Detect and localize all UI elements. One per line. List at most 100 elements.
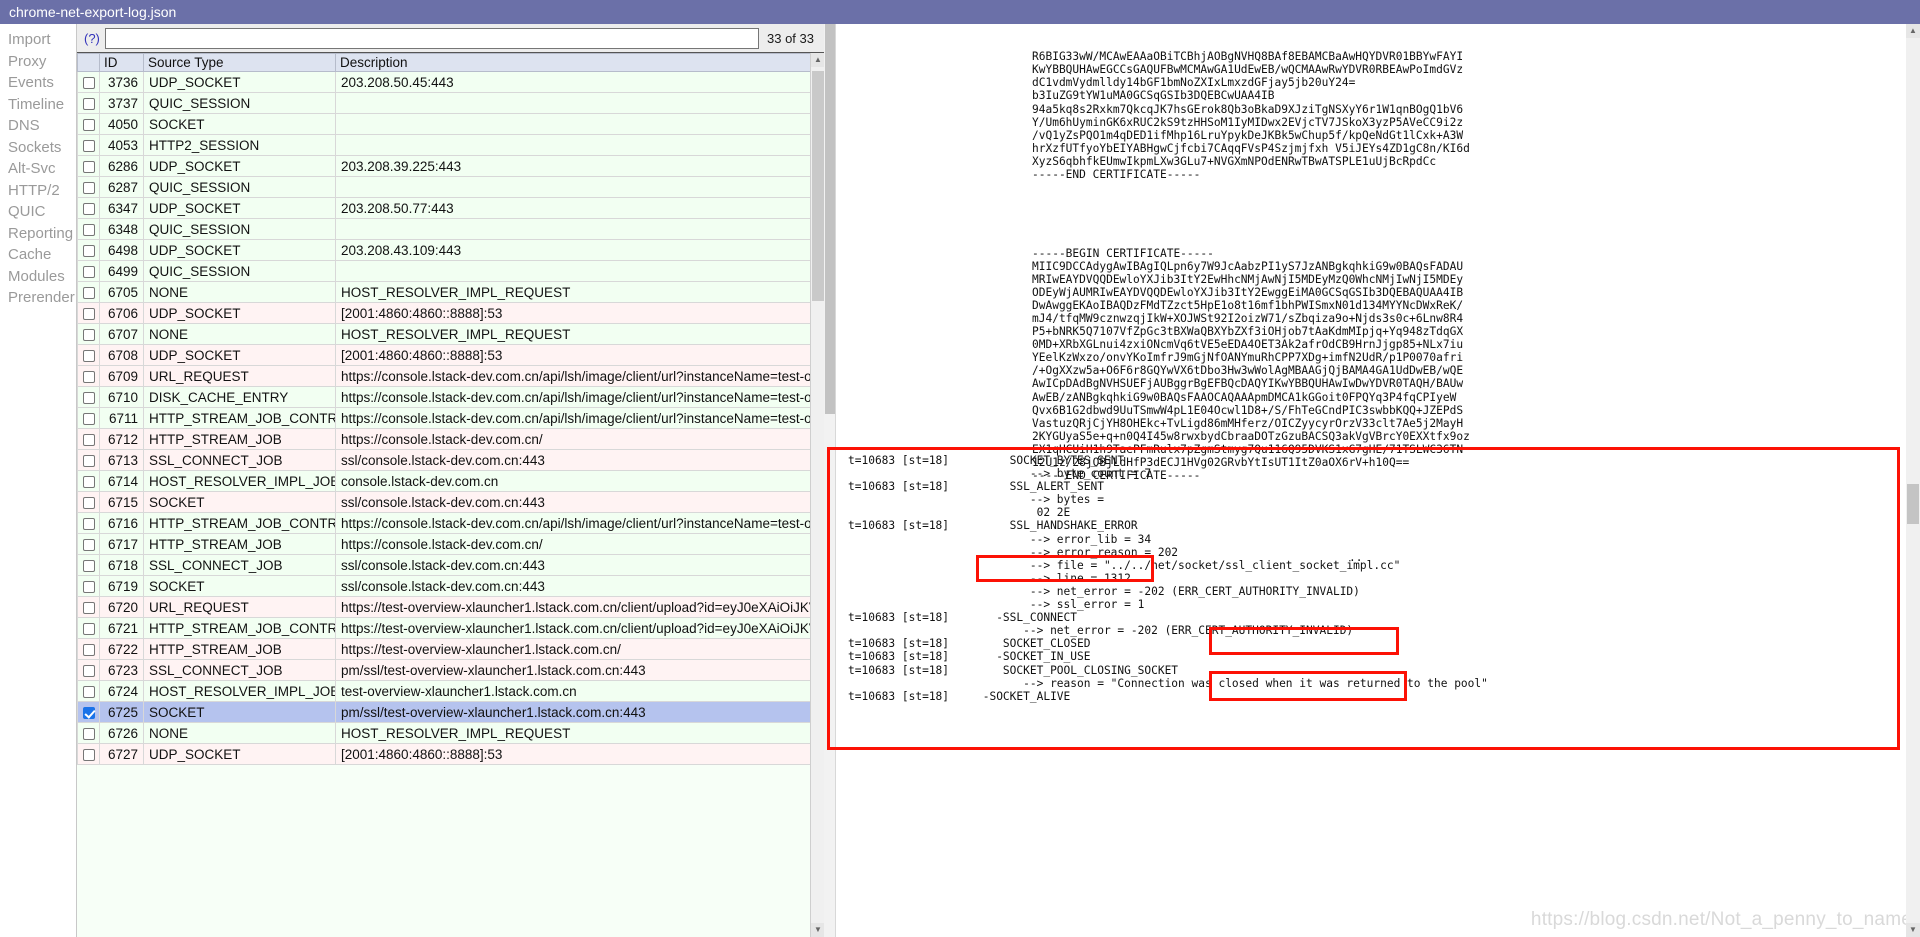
row-checkbox[interactable] <box>83 391 95 404</box>
row-checkbox[interactable] <box>83 286 95 299</box>
help-icon[interactable]: (?) <box>81 31 105 46</box>
events-scrollbar[interactable]: ▲ ▼ <box>810 53 824 937</box>
sidebar-item-events[interactable]: Events <box>0 72 76 94</box>
table-row[interactable]: 6710 DISK_CACHE_ENTRY https://console.lsta… <box>77 386 824 408</box>
row-checkbox[interactable] <box>83 559 95 572</box>
row-checkbox-cell[interactable] <box>77 407 100 429</box>
table-row[interactable]: 6726 NONE HOST_RESOLVER_IMPL_REQUEST <box>77 722 824 744</box>
table-row[interactable]: 6498 UDP_SOCKET 203.208.43.109:443 <box>77 239 824 261</box>
row-checkbox[interactable] <box>83 748 95 761</box>
row-checkbox[interactable] <box>83 433 95 446</box>
row-checkbox-cell[interactable] <box>77 743 100 765</box>
row-checkbox-cell[interactable] <box>77 365 100 387</box>
table-row[interactable]: 6714 HOST_RESOLVER_IMPL_JOB console.lstack… <box>77 470 824 492</box>
row-checkbox[interactable] <box>83 223 95 236</box>
row-checkbox[interactable] <box>83 475 95 488</box>
row-checkbox[interactable] <box>83 706 95 719</box>
table-row[interactable]: 6711HTTP_STREAM_JOB_CONTROLLERhttps://co… <box>77 407 824 429</box>
row-checkbox[interactable] <box>83 307 95 320</box>
table-row[interactable]: 6719 SOCKET ssl/console.lstack-dev.com.cn:… <box>77 575 824 597</box>
row-checkbox-cell[interactable] <box>77 113 100 135</box>
row-checkbox-cell[interactable] <box>77 197 100 219</box>
row-checkbox-cell[interactable] <box>77 596 100 618</box>
table-row[interactable]: 6348 QUIC_SESSION <box>77 218 824 240</box>
table-row[interactable]: 6718 SSL_CONNECT_JOB ssl/console.lstack-de… <box>77 554 824 576</box>
row-checkbox-cell[interactable] <box>77 344 100 366</box>
row-checkbox-cell[interactable] <box>77 491 100 513</box>
row-checkbox[interactable] <box>83 328 95 341</box>
events-table-scroll[interactable]: ID Source Type Description 3736 UDP_SOCKE… <box>77 53 824 937</box>
detail-left-scrollbar[interactable] <box>824 24 836 937</box>
row-checkbox[interactable] <box>83 643 95 656</box>
row-checkbox-cell[interactable] <box>77 554 100 576</box>
sidebar-item-quic[interactable]: QUIC <box>0 201 76 223</box>
row-checkbox-cell[interactable] <box>77 92 100 114</box>
row-checkbox-cell[interactable] <box>77 155 100 177</box>
row-checkbox[interactable] <box>83 496 95 509</box>
row-checkbox[interactable] <box>83 664 95 677</box>
table-row[interactable]: 6721HTTP_STREAM_JOB_CONTROLLERhttps://te… <box>77 617 824 639</box>
row-checkbox[interactable] <box>83 97 95 110</box>
window-scroll-up-icon[interactable]: ▲ <box>1906 24 1920 38</box>
sidebar-item-sockets[interactable]: Sockets <box>0 137 76 159</box>
row-checkbox[interactable] <box>83 517 95 530</box>
sidebar-item-proxy[interactable]: Proxy <box>0 51 76 73</box>
row-checkbox-cell[interactable] <box>77 260 100 282</box>
row-checkbox[interactable] <box>83 685 95 698</box>
table-row[interactable]: 6705 NONE HOST_RESOLVER_IMPL_REQUEST <box>77 281 824 303</box>
sidebar-item-modules[interactable]: Modules <box>0 266 76 288</box>
row-checkbox[interactable] <box>83 727 95 740</box>
header-id[interactable]: ID <box>99 53 144 72</box>
table-row[interactable]: 6709 URL_REQUEST https://console.lstack-de… <box>77 365 824 387</box>
table-row[interactable]: 6707 NONE HOST_RESOLVER_IMPL_REQUEST <box>77 323 824 345</box>
row-checkbox[interactable] <box>83 580 95 593</box>
window-scrollbar-thumb[interactable] <box>1907 484 1919 524</box>
row-checkbox-cell[interactable] <box>77 680 100 702</box>
header-source-type[interactable]: Source Type <box>143 53 336 72</box>
row-checkbox-cell[interactable] <box>77 701 100 723</box>
row-checkbox[interactable] <box>83 370 95 383</box>
row-checkbox-cell[interactable] <box>77 302 100 324</box>
scroll-up-icon[interactable]: ▲ <box>811 53 824 67</box>
sidebar-item-dns[interactable]: DNS <box>0 115 76 137</box>
row-checkbox-cell[interactable] <box>77 722 100 744</box>
table-row[interactable]: 6287 QUIC_SESSION <box>77 176 824 198</box>
table-row[interactable]: 6723 SSL_CONNECT_JOB pm/ssl/test-overview-… <box>77 659 824 681</box>
table-row[interactable]: 3736 UDP_SOCKET 203.208.50.45:443 <box>77 71 824 93</box>
row-checkbox-cell[interactable] <box>77 617 100 639</box>
row-checkbox-cell[interactable] <box>77 134 100 156</box>
row-checkbox[interactable] <box>83 265 95 278</box>
scrollbar-thumb[interactable] <box>812 71 824 301</box>
row-checkbox[interactable] <box>83 538 95 551</box>
sidebar-item-http-2[interactable]: HTTP/2 <box>0 180 76 202</box>
row-checkbox-cell[interactable] <box>77 638 100 660</box>
detail-scrollbar-thumb[interactable] <box>825 24 835 414</box>
table-row[interactable]: 6717 HTTP_STREAM_JOB https://console.lstac… <box>77 533 824 555</box>
table-row[interactable]: 6706 UDP_SOCKET [2001:4860:4860::8888]:53 <box>77 302 824 324</box>
row-checkbox[interactable] <box>83 139 95 152</box>
row-checkbox-cell[interactable] <box>77 533 100 555</box>
table-row[interactable]: 6499 QUIC_SESSION <box>77 260 824 282</box>
scroll-down-icon[interactable]: ▼ <box>811 923 824 937</box>
row-checkbox-cell[interactable] <box>77 176 100 198</box>
sidebar-item-import[interactable]: Import <box>0 29 76 51</box>
search-input[interactable] <box>104 27 759 49</box>
row-checkbox-cell[interactable] <box>77 281 100 303</box>
row-checkbox[interactable] <box>83 76 95 89</box>
sidebar-item-alt-svc[interactable]: Alt-Svc <box>0 158 76 180</box>
row-checkbox[interactable] <box>83 244 95 257</box>
row-checkbox-cell[interactable] <box>77 323 100 345</box>
header-select-all[interactable] <box>77 53 100 72</box>
window-scrollbar[interactable]: ▲ ▼ <box>1906 24 1920 937</box>
table-row[interactable]: 6727 UDP_SOCKET [2001:4860:4860::8888]:53 <box>77 743 824 765</box>
row-checkbox[interactable] <box>83 118 95 131</box>
window-scroll-down-icon[interactable]: ▼ <box>1906 923 1920 937</box>
row-checkbox[interactable] <box>83 454 95 467</box>
table-row[interactable]: 6724 HOST_RESOLVER_IMPL_JOB test-overview-… <box>77 680 824 702</box>
table-row[interactable]: 6722 HTTP_STREAM_JOB https://test-overview… <box>77 638 824 660</box>
sidebar-item-prerender[interactable]: Prerender <box>0 287 76 309</box>
row-checkbox[interactable] <box>83 202 95 215</box>
sidebar-item-reporting[interactable]: Reporting <box>0 223 76 245</box>
row-checkbox-cell[interactable] <box>77 470 100 492</box>
row-checkbox-cell[interactable] <box>77 575 100 597</box>
